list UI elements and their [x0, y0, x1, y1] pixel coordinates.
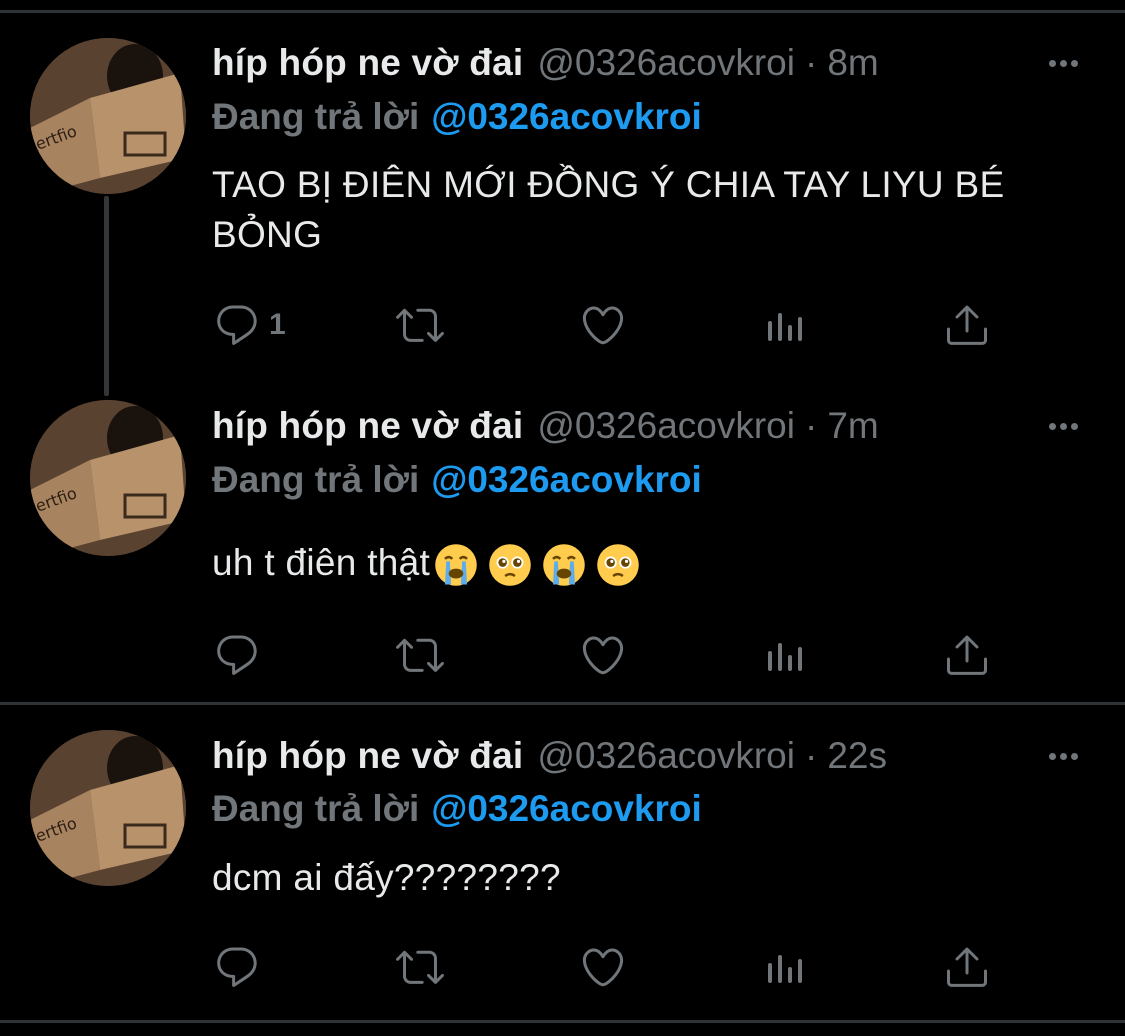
retweet-icon	[396, 631, 444, 679]
like-icon	[579, 943, 627, 991]
action-bar	[0, 630, 1125, 680]
share-icon	[943, 631, 991, 679]
action-bar: 1	[0, 300, 1125, 350]
analytics-button[interactable]	[762, 942, 810, 992]
reply-count: 1	[269, 308, 286, 341]
more-icon[interactable]	[1043, 731, 1083, 781]
analytics-icon	[762, 631, 810, 679]
reply-icon	[213, 631, 261, 679]
analytics-button[interactable]	[762, 630, 810, 680]
tweet-text: TAO BỊ ĐIÊN MỚI ĐỒNG Ý CHIA TAY LIYU BÉ …	[212, 164, 1005, 255]
timestamp[interactable]: 22s	[827, 735, 887, 777]
tweet-text-container: uh t điên thật	[212, 538, 1092, 588]
reply-to-handle[interactable]: @0326acovkroi	[431, 459, 702, 501]
tweet-text: uh t điên thật	[212, 542, 431, 583]
avatar[interactable]: ertfio	[30, 730, 186, 886]
separator-dot: ·	[804, 735, 818, 776]
action-bar	[0, 942, 1125, 992]
avatar[interactable]: ertfio	[30, 400, 186, 556]
analytics-icon	[762, 943, 810, 991]
replying-to-label: Đang trả lời	[212, 459, 420, 500]
display-name[interactable]: híp hóp ne vờ đai	[212, 405, 523, 447]
separator-dot: ·	[804, 42, 818, 83]
replying-to-label: Đang trả lời	[212, 788, 420, 829]
top-divider	[0, 10, 1125, 13]
loudly-crying-face-emoji	[542, 543, 586, 587]
reply-button[interactable]	[213, 630, 261, 680]
share-icon	[943, 301, 991, 349]
share-button[interactable]	[943, 942, 991, 992]
reply-button[interactable]	[213, 942, 261, 992]
display-name[interactable]: híp hóp ne vờ đai	[212, 735, 523, 777]
tweet-divider	[0, 702, 1125, 705]
like-icon	[579, 301, 627, 349]
share-button[interactable]	[943, 300, 991, 350]
reply-button[interactable]: 1	[213, 300, 286, 350]
retweet-button[interactable]	[396, 630, 444, 680]
more-icon[interactable]	[1043, 401, 1083, 451]
like-button[interactable]	[579, 300, 627, 350]
reply-to-handle[interactable]: @0326acovkroi	[431, 788, 702, 830]
separator-dot: ·	[804, 405, 818, 446]
reply-icon	[213, 301, 261, 349]
user-handle[interactable]: @0326acovkroi	[537, 42, 795, 84]
pleading-face-emoji	[596, 543, 640, 587]
retweet-icon	[396, 301, 444, 349]
share-button[interactable]	[943, 630, 991, 680]
user-handle[interactable]: @0326acovkroi	[537, 735, 795, 777]
retweet-button[interactable]	[396, 942, 444, 992]
tweet-text: dcm ai đấy????????	[212, 857, 561, 898]
reply-icon	[213, 943, 261, 991]
more-icon[interactable]	[1043, 38, 1083, 88]
display-name[interactable]: híp hóp ne vờ đai	[212, 42, 523, 84]
replying-to-label: Đang trả lời	[212, 96, 420, 137]
retweet-button[interactable]	[396, 300, 444, 350]
like-button[interactable]	[579, 630, 627, 680]
timestamp[interactable]: 8m	[827, 42, 878, 84]
thread-line	[104, 196, 109, 396]
user-handle[interactable]: @0326acovkroi	[537, 405, 795, 447]
reply-to-handle[interactable]: @0326acovkroi	[431, 96, 702, 138]
like-icon	[579, 631, 627, 679]
like-button[interactable]	[579, 942, 627, 992]
pleading-face-emoji	[488, 543, 532, 587]
analytics-icon	[762, 301, 810, 349]
bottom-divider	[0, 1020, 1125, 1023]
timestamp[interactable]: 7m	[827, 405, 878, 447]
avatar[interactable]: ertfio	[30, 38, 186, 194]
analytics-button[interactable]	[762, 300, 810, 350]
share-icon	[943, 943, 991, 991]
retweet-icon	[396, 943, 444, 991]
loudly-crying-face-emoji	[434, 543, 478, 587]
